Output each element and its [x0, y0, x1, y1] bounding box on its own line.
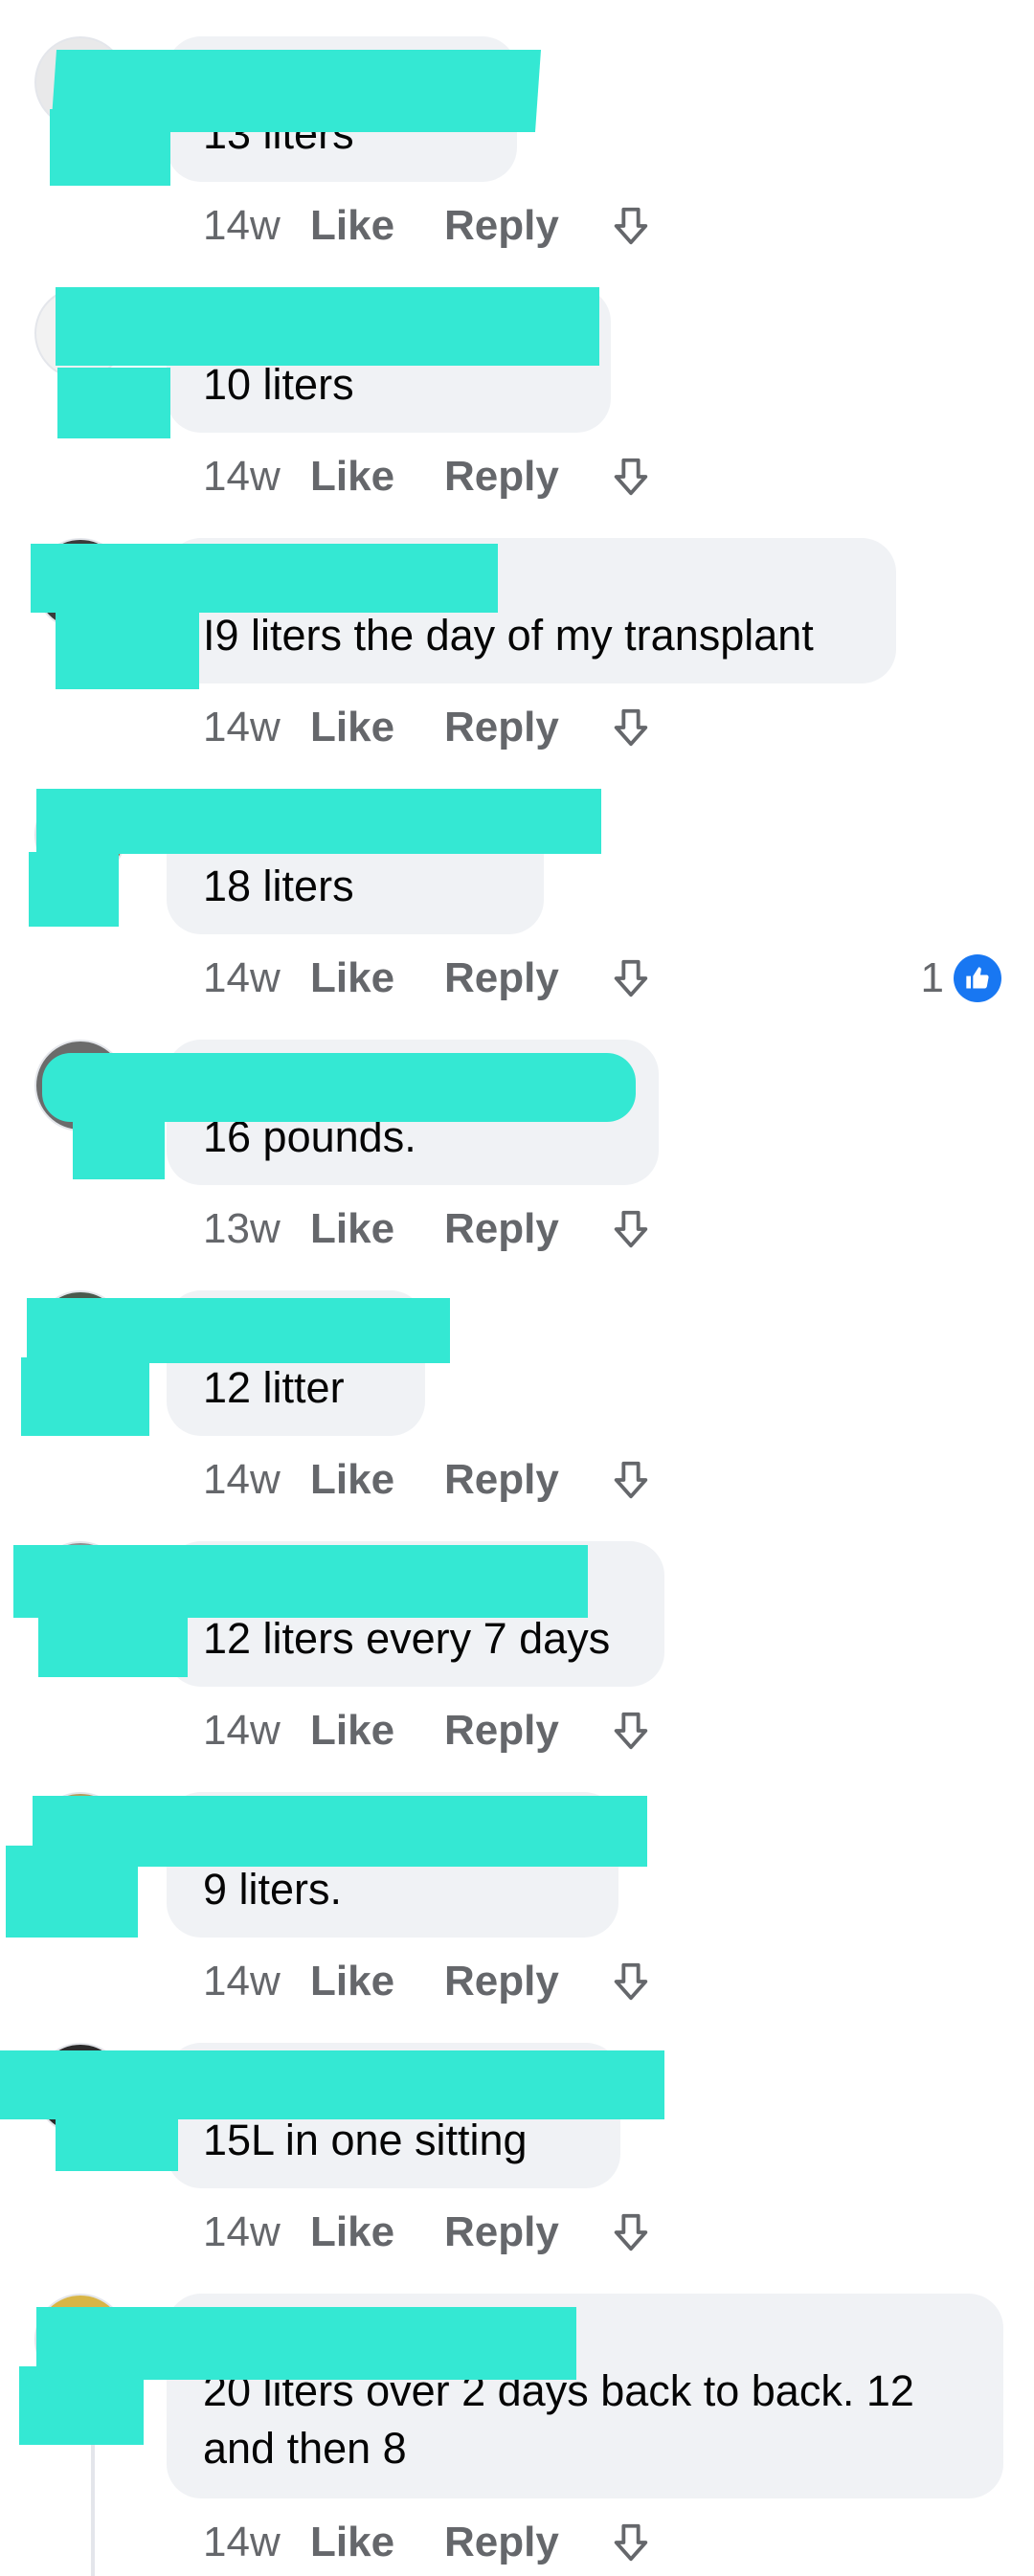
comment-age: 14w — [203, 704, 281, 750]
comment-text: 9 liters. — [203, 1865, 343, 1914]
like-button[interactable]: Like — [310, 2208, 444, 2256]
reply-button[interactable]: Reply — [444, 1958, 607, 2005]
redaction-mark — [57, 368, 170, 438]
comment-actions: 14w Like Reply — [203, 1451, 655, 1509]
comment-actions: 14w Like Reply — [203, 950, 655, 1007]
reply-button[interactable]: Reply — [444, 2519, 607, 2566]
comment-text: 12 liters every 7 days — [203, 1614, 611, 1663]
comment-age: 14w — [203, 2519, 281, 2565]
redaction-mark — [56, 595, 199, 689]
downvote-icon[interactable] — [607, 1456, 655, 1504]
reply-button[interactable]: Reply — [444, 2208, 607, 2256]
comment-age: 14w — [203, 954, 281, 1001]
comment-actions: 13w Like Reply — [203, 1200, 655, 1258]
downvote-icon[interactable] — [607, 1958, 655, 2005]
reply-button[interactable]: Reply — [444, 453, 607, 501]
comment-actions: 14w Like Reply — [203, 1702, 655, 1759]
comment-actions: 14w Like Reply — [203, 197, 655, 255]
like-button[interactable]: Like — [310, 1707, 444, 1755]
comment-text: I9 liters the day of my transplant — [203, 611, 814, 660]
comment-actions: 14w Like Reply — [203, 2204, 655, 2261]
comment-actions: 14w Like Reply — [203, 448, 655, 505]
downvote-icon[interactable] — [607, 453, 655, 501]
reply-button[interactable]: Reply — [444, 202, 607, 250]
redaction-mark — [56, 287, 599, 366]
comment-actions: 14w Like Reply — [203, 2514, 655, 2571]
downvote-icon[interactable] — [607, 202, 655, 250]
reply-button[interactable]: Reply — [444, 1707, 607, 1755]
like-button[interactable]: Like — [310, 954, 444, 1002]
redaction-mark — [21, 1357, 149, 1436]
comment-text: 20 liters over 2 days back to back. 12 a… — [203, 2366, 914, 2473]
reply-button[interactable]: Reply — [444, 704, 607, 751]
like-button[interactable]: Like — [310, 2519, 444, 2566]
comment-actions: 14w Like Reply — [203, 699, 655, 756]
comment-text: 12 litter — [203, 1363, 345, 1412]
redaction-mark — [38, 1604, 188, 1677]
comment-age: 14w — [203, 2208, 281, 2255]
downvote-icon[interactable] — [607, 704, 655, 751]
redaction-mark — [73, 1097, 165, 1179]
redaction-mark — [56, 2098, 178, 2171]
comment-age: 14w — [203, 1707, 281, 1754]
comment-text: 10 liters — [203, 360, 354, 409]
reply-button[interactable]: Reply — [444, 1456, 607, 1504]
comment-age: 13w — [203, 1205, 281, 1252]
like-button[interactable]: Like — [310, 1958, 444, 2005]
redaction-mark — [50, 109, 170, 186]
comment-text: 15L in one sitting — [203, 2116, 528, 2164]
like-button[interactable]: Like — [310, 1456, 444, 1504]
redaction-mark — [27, 1298, 450, 1363]
comment-actions: 14w Like Reply — [203, 1953, 655, 2010]
reaction-count: 1 — [920, 954, 944, 1001]
comment-age: 14w — [203, 1456, 281, 1503]
downvote-icon[interactable] — [607, 954, 655, 1002]
reaction-summary[interactable]: 1 — [921, 950, 1001, 1007]
comment-age: 14w — [203, 202, 281, 249]
redaction-mark — [36, 789, 601, 854]
like-button[interactable]: Like — [310, 202, 444, 250]
downvote-icon[interactable] — [607, 2208, 655, 2256]
reply-button[interactable]: Reply — [444, 954, 607, 1002]
downvote-icon[interactable] — [607, 2519, 655, 2566]
like-button[interactable]: Like — [310, 1205, 444, 1253]
reply-button[interactable]: Reply — [444, 1205, 607, 1253]
thumbs-up-icon — [954, 954, 1001, 1002]
redaction-mark — [29, 852, 119, 927]
downvote-icon[interactable] — [607, 1707, 655, 1755]
like-button[interactable]: Like — [310, 704, 444, 751]
like-button[interactable]: Like — [310, 453, 444, 501]
comment-age: 14w — [203, 1958, 281, 2005]
downvote-icon[interactable] — [607, 1205, 655, 1253]
comment-age: 14w — [203, 453, 281, 500]
redaction-mark — [6, 1846, 138, 1938]
redaction-mark — [19, 2366, 144, 2445]
comment-text: 18 liters — [203, 862, 354, 910]
